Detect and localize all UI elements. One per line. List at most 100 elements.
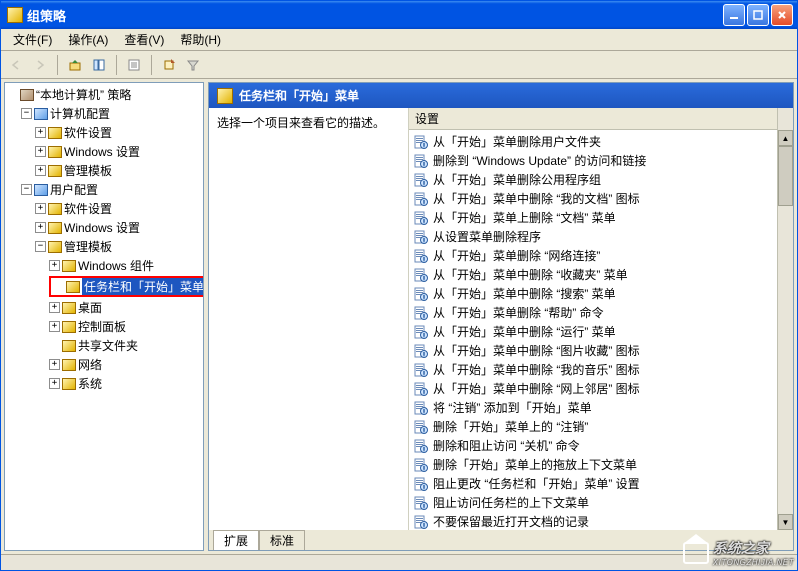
list-item[interactable]: 从「开始」菜单中删除 “我的音乐” 图标 <box>409 360 777 379</box>
list-item[interactable]: 从「开始」菜单中删除 “搜索” 菜单 <box>409 284 777 303</box>
menu-help[interactable]: 帮助(H) <box>172 29 229 50</box>
policy-setting-icon <box>413 362 429 378</box>
settings-list[interactable]: 从「开始」菜单删除用户文件夹删除到 “Windows Update” 的访问和链… <box>409 130 777 530</box>
expand-icon[interactable]: + <box>35 146 46 157</box>
list-item[interactable]: 阻止访问任务栏的上下文菜单 <box>409 493 777 512</box>
menu-file[interactable]: 文件(F) <box>5 29 60 50</box>
list-item[interactable]: 删除和阻止访问 “关机” 命令 <box>409 436 777 455</box>
tree-item[interactable]: +桌面 <box>49 298 201 317</box>
list-item-label: 从设置菜单删除程序 <box>433 228 541 245</box>
list-item[interactable]: 将 “注销” 添加到「开始」菜单 <box>409 398 777 417</box>
folder-icon <box>48 203 62 215</box>
tree-user-config[interactable]: − 用户配置 <box>21 180 201 199</box>
folder-icon <box>62 378 76 390</box>
tree-root[interactable]: “本地计算机” 策略 <box>7 85 201 104</box>
expand-icon[interactable]: + <box>35 127 46 138</box>
settings-list-pane: 设置 从「开始」菜单删除用户文件夹删除到 “Windows Update” 的访… <box>409 108 793 530</box>
tree-item[interactable]: +软件设置 <box>35 199 201 218</box>
policy-setting-icon <box>413 248 429 264</box>
toolbar-separator <box>151 55 152 75</box>
details-heading: 任务栏和「开始」菜单 <box>239 87 359 104</box>
app-window: 组策略 文件(F) 操作(A) 查看(V) 帮助(H) <box>0 0 798 571</box>
policy-setting-icon <box>413 381 429 397</box>
tab-standard[interactable]: 标准 <box>259 530 305 550</box>
list-item[interactable]: 从「开始」菜单中删除 “我的文档” 图标 <box>409 189 777 208</box>
list-item[interactable]: 从「开始」菜单中删除 “运行” 菜单 <box>409 322 777 341</box>
list-item[interactable]: 阻止更改 “任务栏和「开始」菜单” 设置 <box>409 474 777 493</box>
list-item-label: 删除「开始」菜单上的拖放上下文菜单 <box>433 456 637 473</box>
list-item[interactable]: 删除「开始」菜单上的 “注销” <box>409 417 777 436</box>
description-text: 选择一个项目来查看它的描述。 <box>217 114 400 131</box>
tree-item-admin-templates[interactable]: −管理模板 <box>35 237 201 256</box>
list-item-label: 阻止更改 “任务栏和「开始」菜单” 设置 <box>433 475 640 492</box>
close-button[interactable] <box>771 4 793 26</box>
policy-setting-icon <box>413 400 429 416</box>
up-button[interactable] <box>64 54 86 76</box>
expand-icon[interactable]: + <box>49 321 60 332</box>
expand-icon[interactable]: + <box>35 165 46 176</box>
policy-setting-icon <box>413 229 429 245</box>
list-item[interactable]: 不要保留最近打开文档的记录 <box>409 512 777 530</box>
list-item[interactable]: 从设置菜单删除程序 <box>409 227 777 246</box>
details-pane: 任务栏和「开始」菜单 选择一个项目来查看它的描述。 设置 从「开始」菜单删除用户… <box>208 82 794 551</box>
tree-computer-config[interactable]: − 计算机配置 <box>21 104 201 123</box>
scroll-down-button[interactable]: ▼ <box>778 514 793 530</box>
tree-item[interactable]: +网络 <box>49 355 201 374</box>
folder-icon <box>62 340 76 352</box>
expand-icon[interactable]: + <box>35 203 46 214</box>
expand-icon[interactable]: + <box>49 260 60 271</box>
show-hide-tree-button[interactable] <box>88 54 110 76</box>
folder-icon <box>48 222 62 234</box>
list-item[interactable]: 删除到 “Windows Update” 的访问和链接 <box>409 151 777 170</box>
folder-icon <box>62 359 76 371</box>
tree-item[interactable]: +Windows 设置 <box>35 142 201 161</box>
maximize-button[interactable] <box>747 4 769 26</box>
list-item-label: 不要保留最近打开文档的记录 <box>433 513 589 530</box>
menu-view[interactable]: 查看(V) <box>116 29 172 50</box>
computer-icon <box>34 108 48 120</box>
scroll-thumb[interactable] <box>778 146 793 206</box>
list-item[interactable]: 从「开始」菜单上删除 “文档” 菜单 <box>409 208 777 227</box>
list-item-label: 删除「开始」菜单上的 “注销” <box>433 418 588 435</box>
list-item-label: 阻止访问任务栏的上下文菜单 <box>433 494 589 511</box>
content-area: “本地计算机” 策略 − 计算机配置 +软件设置 +Windows 设置 <box>1 79 797 554</box>
export-button[interactable] <box>158 54 180 76</box>
folder-icon <box>48 241 62 253</box>
toolbar <box>1 51 797 79</box>
minimize-button[interactable] <box>723 4 745 26</box>
tree-item[interactable]: +系统 <box>49 374 201 393</box>
collapse-icon[interactable]: − <box>35 241 46 252</box>
scroll-up-button[interactable]: ▲ <box>778 130 793 146</box>
filter-button[interactable] <box>182 54 204 76</box>
list-item[interactable]: 从「开始」菜单删除 “网络连接” <box>409 246 777 265</box>
list-item[interactable]: 从「开始」菜单中删除 “收藏夹” 菜单 <box>409 265 777 284</box>
tree-item[interactable]: +控制面板 <box>49 317 201 336</box>
list-item[interactable]: 从「开始」菜单删除公用程序组 <box>409 170 777 189</box>
expand-icon[interactable]: + <box>49 378 60 389</box>
tree-item-taskbar-selected[interactable]: 任务栏和「开始」菜单 <box>49 275 201 298</box>
list-item[interactable]: 删除「开始」菜单上的拖放上下文菜单 <box>409 455 777 474</box>
menu-action[interactable]: 操作(A) <box>60 29 116 50</box>
scrollbar-top[interactable] <box>777 108 793 130</box>
tree-item[interactable]: +管理模板 <box>35 161 201 180</box>
collapse-icon[interactable]: − <box>21 108 32 119</box>
tree-item[interactable]: +软件设置 <box>35 123 201 142</box>
policy-setting-icon <box>413 343 429 359</box>
list-item[interactable]: 从「开始」菜单中删除 “图片收藏” 图标 <box>409 341 777 360</box>
list-item[interactable]: 从「开始」菜单删除用户文件夹 <box>409 132 777 151</box>
tree-item[interactable]: +Windows 组件 <box>49 256 201 275</box>
list-item[interactable]: 从「开始」菜单删除 “帮助” 命令 <box>409 303 777 322</box>
column-header-setting[interactable]: 设置 <box>409 108 777 130</box>
expand-icon[interactable]: + <box>35 222 46 233</box>
collapse-icon[interactable]: − <box>21 184 32 195</box>
tree-pane[interactable]: “本地计算机” 策略 − 计算机配置 +软件设置 +Windows 设置 <box>4 82 204 551</box>
expand-icon[interactable]: + <box>49 359 60 370</box>
tab-extended[interactable]: 扩展 <box>213 530 259 550</box>
properties-button[interactable] <box>123 54 145 76</box>
tree-item[interactable]: 共享文件夹 <box>49 336 201 355</box>
expand-icon[interactable]: + <box>49 302 60 313</box>
list-item[interactable]: 从「开始」菜单中删除 “网上邻居” 图标 <box>409 379 777 398</box>
tree-item[interactable]: +Windows 设置 <box>35 218 201 237</box>
vertical-scrollbar[interactable]: ▲ ▼ <box>777 130 793 530</box>
policy-setting-icon <box>413 457 429 473</box>
